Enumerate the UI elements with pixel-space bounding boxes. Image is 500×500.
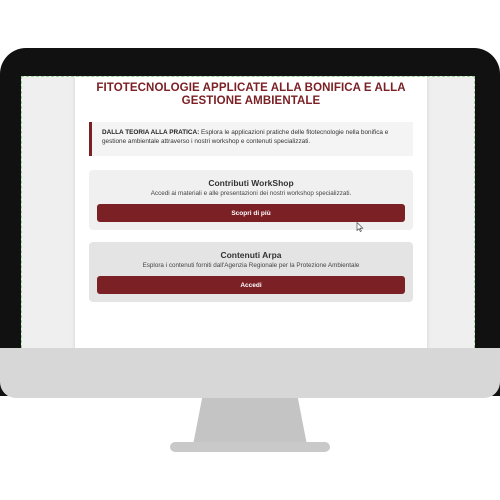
- content-card: FITOTECNOLOGIE APPLICATE ALLA BONIFICA E…: [75, 77, 427, 357]
- monitor-stand-base: [170, 442, 330, 452]
- monitor-frame: FITOTECNOLOGIE APPLICATE ALLA BONIFICA E…: [0, 48, 500, 396]
- intro-label: DALLA TEORIA ALLA PRATICA:: [102, 129, 200, 136]
- section-arpa: Contenuti Arpa Esplora i contenuti forni…: [89, 242, 413, 302]
- page-title: FITOTECNOLOGIE APPLICATE ALLA BONIFICA E…: [96, 82, 406, 107]
- monitor-chin: [0, 348, 500, 398]
- monitor-stand-neck: [193, 398, 307, 445]
- intro-box: DALLA TEORIA ALLA PRATICA: Esplora le ap…: [89, 122, 413, 156]
- access-button[interactable]: Accedi: [97, 276, 405, 294]
- screen: FITOTECNOLOGIE APPLICATE ALLA BONIFICA E…: [21, 76, 475, 358]
- mouse-pointer-icon: [356, 222, 364, 232]
- section-title: Contributi WorkShop: [208, 178, 294, 188]
- section-workshop: Contributi WorkShop Accedi ai materiali …: [89, 170, 413, 230]
- section-title: Contenuti Arpa: [220, 250, 282, 260]
- discover-more-button[interactable]: Scopri di più: [97, 204, 405, 222]
- section-description: Accedi ai materiali e alle presentazioni…: [150, 190, 352, 197]
- section-description: Esplora i contenuti forniti dall'Agenzia…: [142, 262, 360, 269]
